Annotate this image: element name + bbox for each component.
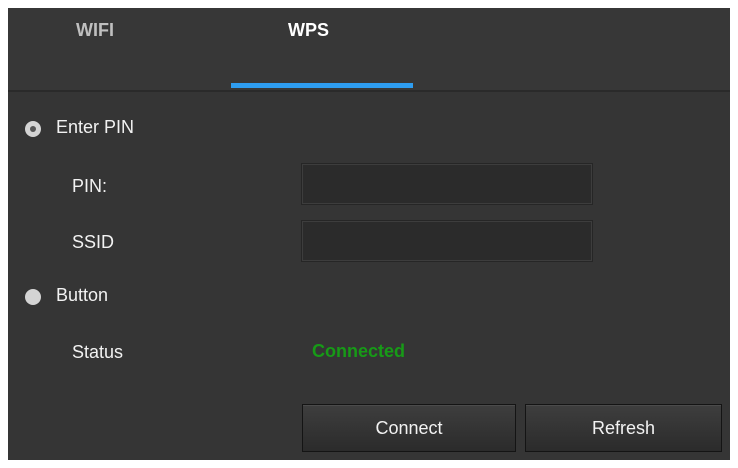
pin-input[interactable] (301, 163, 593, 205)
connect-button[interactable]: Connect (302, 404, 516, 452)
ssid-label: SSID (72, 232, 115, 252)
status-label: Status (72, 342, 124, 362)
tab-wps-label: WPS (288, 20, 330, 40)
wps-settings-panel: WIFI WPS Enter PIN PIN: SSID Button Stat… (8, 8, 730, 460)
button-mode-label: Button (56, 285, 109, 305)
active-tab-indicator (231, 83, 413, 88)
tab-bar: WIFI WPS (8, 8, 730, 92)
tab-wps[interactable]: WPS (231, 8, 413, 90)
tab-wifi-label: WIFI (76, 20, 114, 40)
status-value: Connected (312, 341, 406, 361)
tab-wifi[interactable]: WIFI (8, 8, 213, 90)
refresh-button[interactable]: Refresh (525, 404, 722, 452)
ssid-input[interactable] (301, 220, 593, 262)
pin-label: PIN: (72, 176, 108, 196)
enter-pin-label: Enter PIN (56, 117, 135, 137)
button-mode-radio[interactable] (25, 289, 41, 305)
enter-pin-radio[interactable] (25, 121, 41, 137)
